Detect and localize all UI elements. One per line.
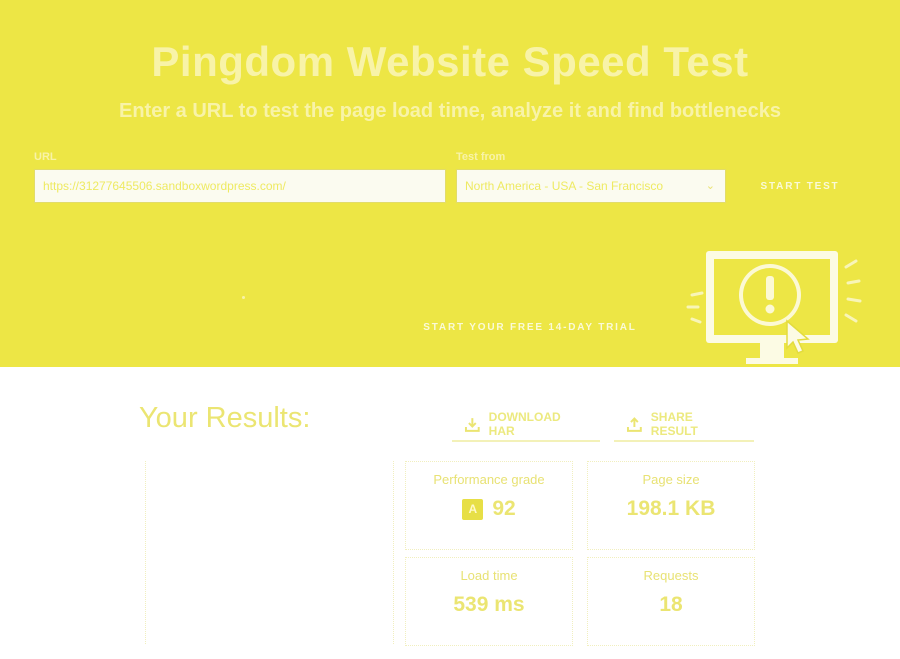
download-har-label: DOWNLOAD HAR	[488, 410, 561, 438]
page-title: Pingdom Website Speed Test	[151, 38, 749, 85]
share-result-label: SHARE RESULT	[650, 410, 698, 438]
location-select[interactable]: North America - USA - San Francisco ⌄	[456, 169, 726, 203]
start-test-button[interactable]: START TEST	[735, 169, 865, 203]
page-subtitle: Enter a URL to test the page load time, …	[119, 100, 781, 122]
metric-label: Page size	[642, 472, 700, 487]
metric-value: 18	[659, 593, 683, 616]
chevron-down-icon: ⌄	[705, 180, 715, 192]
url-input[interactable]	[34, 169, 446, 203]
page-screenshot-placeholder	[145, 461, 394, 644]
share-result-button[interactable]: SHARE RESULT	[614, 408, 754, 442]
hero-section: Pingdom Website Speed Test Enter a URL t…	[0, 0, 900, 367]
grade-badge: A	[462, 498, 484, 520]
grade-score: 92	[492, 497, 516, 520]
metric-performance-grade: Performance grade A 92	[405, 461, 573, 550]
share-icon	[626, 416, 642, 432]
metric-load-time: Load time 539 ms	[405, 557, 573, 646]
metric-value: 198.1 KB	[626, 497, 716, 520]
metric-page-size: Page size 198.1 KB	[587, 461, 755, 550]
metric-label: Performance grade	[433, 472, 545, 487]
metric-label: Requests	[643, 568, 699, 583]
free-trial-link[interactable]: START YOUR FREE 14-DAY TRIAL	[400, 322, 660, 333]
download-icon	[464, 417, 480, 432]
alert-monitor-icon	[686, 251, 862, 364]
url-label: URL	[34, 151, 57, 163]
metric-value: A 92	[462, 497, 516, 521]
decorative-dot	[242, 296, 245, 299]
download-har-button[interactable]: DOWNLOAD HAR	[452, 408, 600, 442]
location-value: North America - USA - San Francisco	[465, 179, 664, 193]
metric-value: 539 ms	[453, 593, 525, 616]
results-title: Your Results:	[139, 402, 311, 434]
location-label: Test from	[456, 151, 506, 163]
metric-label: Load time	[460, 568, 518, 583]
metric-requests: Requests 18	[587, 557, 755, 646]
